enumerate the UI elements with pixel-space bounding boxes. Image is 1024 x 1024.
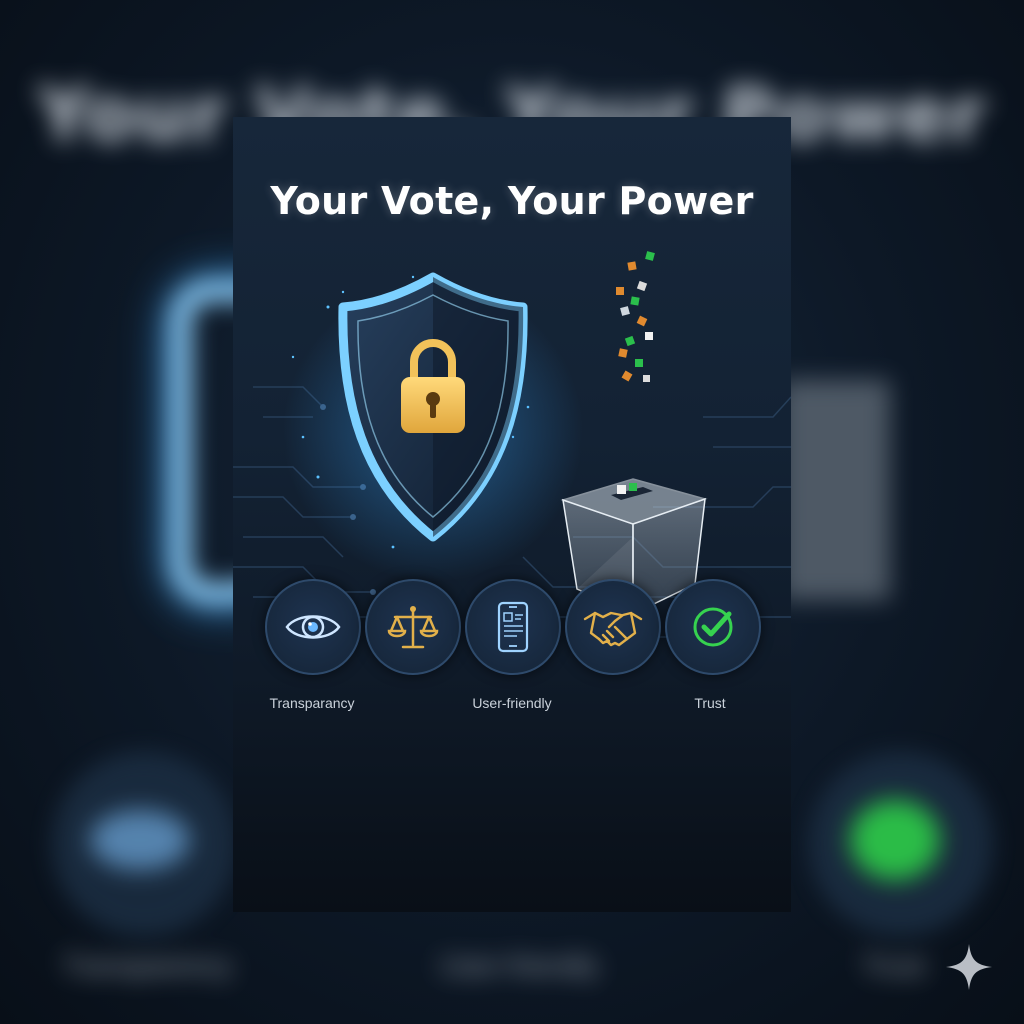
label-trust: Trust	[694, 695, 726, 711]
backdrop-caption-trust: Trust	[862, 950, 925, 981]
feature-trust	[665, 579, 761, 675]
eye-icon	[285, 615, 341, 639]
backdrop-caption-user-friendly: User-friendly	[440, 950, 599, 981]
poster-title: Your Vote, Your Power	[270, 179, 754, 223]
label-transparency: Transparancy	[269, 695, 355, 711]
checkmark-icon	[693, 607, 733, 647]
backdrop-caption-transparency: Transparency	[62, 950, 233, 981]
phone-icon	[497, 601, 529, 653]
feature-cooperation	[565, 579, 661, 675]
poster-card: Your Vote, Your Power Transparancy User-…	[233, 117, 791, 912]
feature-transparency	[265, 579, 361, 675]
scales-icon	[387, 606, 439, 649]
feature-fairness	[365, 579, 461, 675]
backdrop-ballot-box	[780, 380, 890, 600]
sparkle-icon	[946, 944, 992, 990]
handshake-icon	[583, 611, 643, 647]
feature-icon-row	[233, 579, 791, 679]
poster-stage: Your Vote, Your Power Transparency User-…	[0, 0, 1024, 1024]
backdrop-check-icon	[850, 800, 940, 880]
label-user-friendly: User-friendly	[472, 695, 552, 711]
feature-user-friendly	[465, 579, 561, 675]
backdrop-eye-icon	[90, 810, 190, 870]
falling-ballots	[616, 251, 655, 382]
